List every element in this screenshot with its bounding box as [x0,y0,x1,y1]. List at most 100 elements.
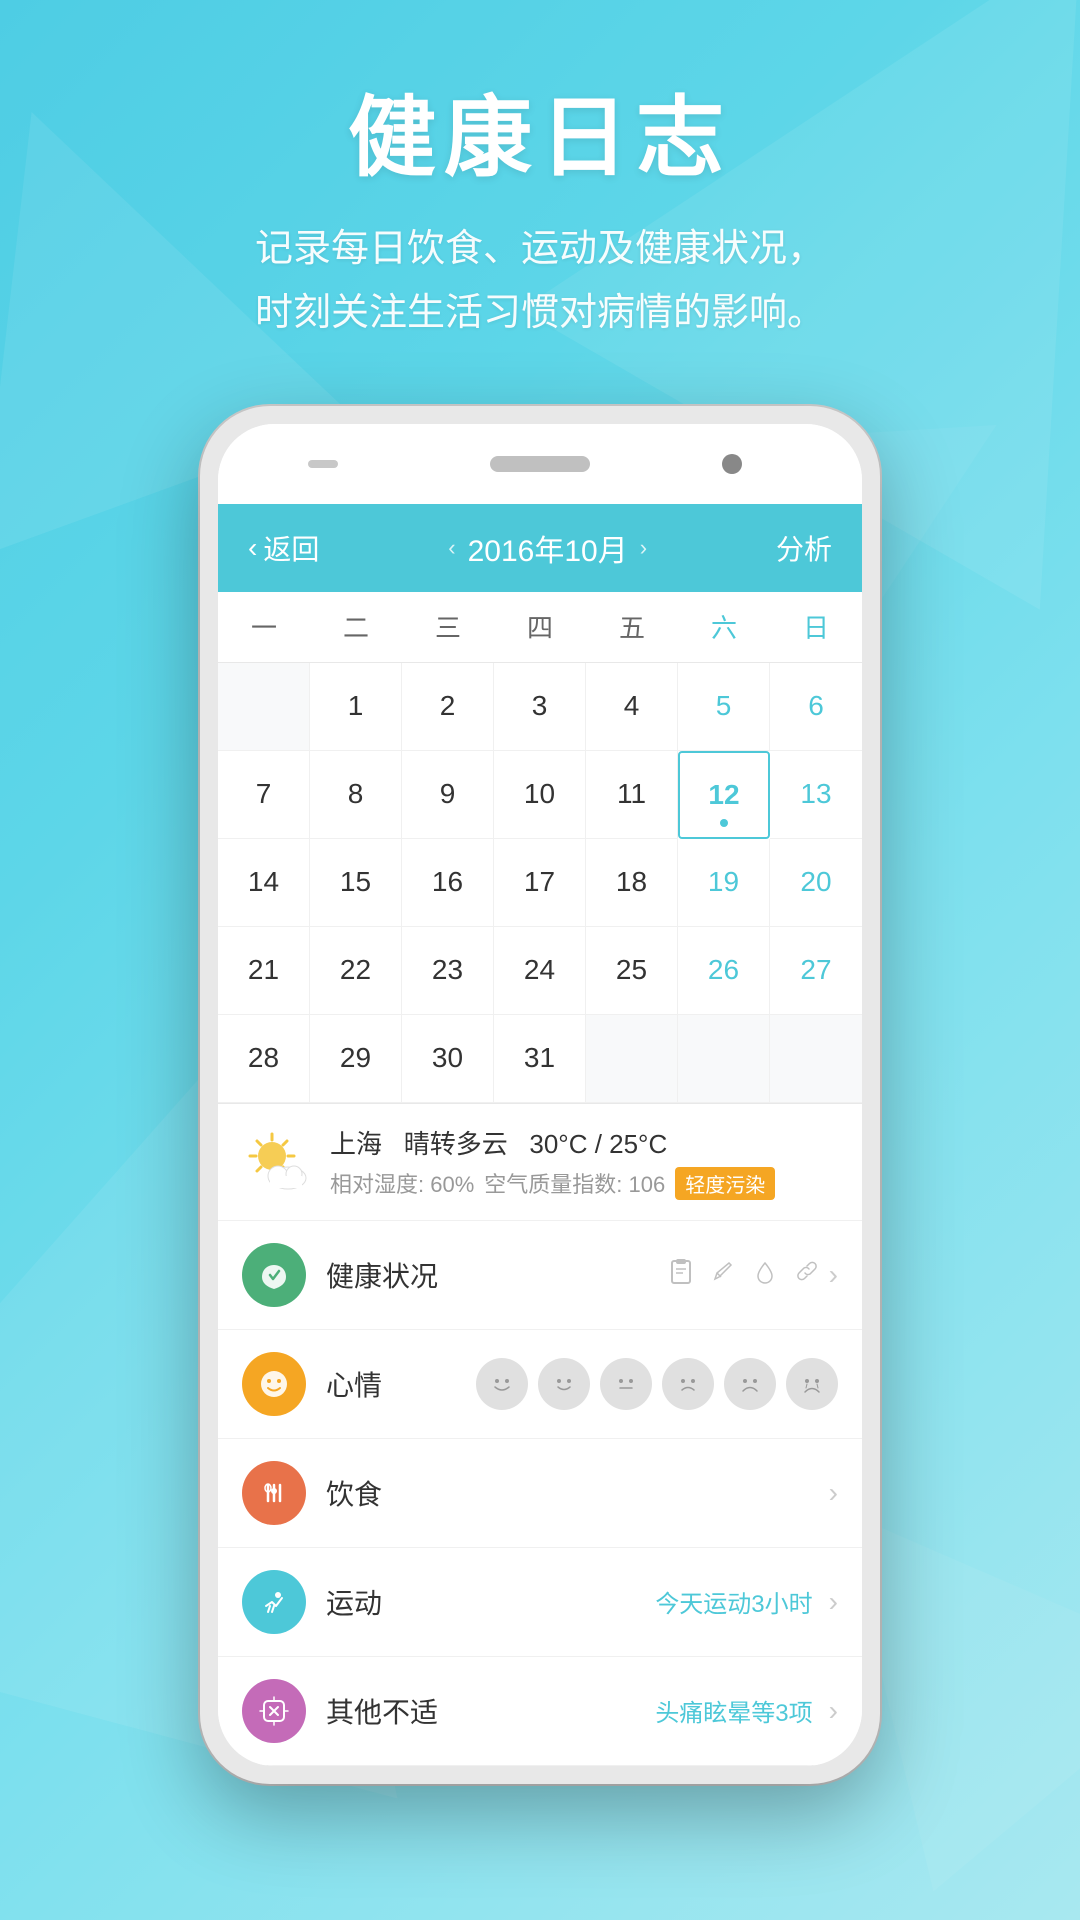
exercise-label: 运动 [326,1582,655,1622]
next-month-button[interactable]: › [640,535,647,561]
phone-camera [722,454,742,474]
phone-outer-shell: ‹ 返回 ‹ 2016年10月 › 分析 一 二 三 四 五 [200,406,880,1784]
calendar-day-27[interactable]: 27 [770,927,862,1015]
calendar-day-18[interactable]: 18 [586,839,678,927]
calendar-day-4[interactable]: 4 [586,663,678,751]
calendar-day-29[interactable]: 29 [310,1015,402,1103]
nav-month-title: ‹ 2016年10月 › [448,526,647,570]
app-screen: ‹ 返回 ‹ 2016年10月 › 分析 一 二 三 四 五 [218,504,862,1766]
weather-detail: 相对湿度: 60% 空气质量指数: 106 轻度污染 [330,1167,838,1200]
mood-very-happy[interactable] [476,1358,528,1410]
calendar-day-3[interactable]: 3 [494,663,586,751]
mood-faces-row [476,1358,838,1410]
health-drop-icon[interactable] [751,1257,779,1293]
calendar-day-31[interactable]: 31 [494,1015,586,1103]
diet-label: 饮食 [326,1473,821,1513]
phone-top-bar [218,424,862,504]
diet-section[interactable]: 饮食 › [218,1439,862,1548]
weekday-sat: 六 [678,592,770,662]
calendar-day-19[interactable]: 19 [678,839,770,927]
calendar-day-dot [720,819,728,827]
pollution-badge: 轻度污染 [675,1167,775,1200]
calendar-day-24[interactable]: 24 [494,927,586,1015]
calendar-day-20[interactable]: 20 [770,839,862,927]
calendar-day-12[interactable]: 12 [678,751,770,839]
mood-icon [242,1352,306,1416]
weather-section: 上海 晴转多云 30°C / 25°C 相对湿度: 60% 空气质量指数: 10… [218,1104,862,1221]
header-area: 健康日志 记录每日饮食、运动及健康状况， 时刻关注生活习惯对病情的影响。 [0,0,1080,386]
discomfort-chevron: › [829,1695,838,1727]
calendar-day-8[interactable]: 8 [310,751,402,839]
diet-chevron: › [829,1477,838,1509]
health-clipboard-icon[interactable] [667,1257,695,1293]
calendar-weekday-header: 一 二 三 四 五 六 日 [218,592,862,663]
calendar-day-14[interactable]: 14 [218,839,310,927]
back-button[interactable]: ‹ 返回 [248,528,319,568]
calendar-day-7[interactable]: 7 [218,751,310,839]
health-action-icons [667,1257,821,1293]
phone-inner-shell: ‹ 返回 ‹ 2016年10月 › 分析 一 二 三 四 五 [218,424,862,1766]
calendar-day-5[interactable]: 5 [678,663,770,751]
health-status-chevron: › [829,1259,838,1291]
calendar-grid: 1 2 3 4 5 6 7 8 9 10 11 12 13 [218,663,862,1104]
mood-sad[interactable] [662,1358,714,1410]
discomfort-label: 其他不适 [326,1691,655,1731]
mood-neutral[interactable] [600,1358,652,1410]
calendar-day-30[interactable]: 30 [402,1015,494,1103]
exercise-section[interactable]: 运动 今天运动3小时 › [218,1548,862,1657]
diet-icon [242,1461,306,1525]
calendar-day-21[interactable]: 21 [218,927,310,1015]
calendar-day-empty-1 [218,663,310,751]
health-link-icon[interactable] [793,1257,821,1293]
calendar-day-17[interactable]: 17 [494,839,586,927]
weekday-wed: 三 [402,592,494,662]
weather-icon [242,1126,314,1198]
calendar-day-28[interactable]: 28 [218,1015,310,1103]
calendar-day-25[interactable]: 25 [586,927,678,1015]
calendar-day-16[interactable]: 16 [402,839,494,927]
calendar-day-22[interactable]: 22 [310,927,402,1015]
mood-label: 心情 [326,1364,476,1404]
subtitle: 记录每日饮食、运动及健康状况， 时刻关注生活习惯对病情的影响。 [0,217,1080,346]
health-status-icon [242,1243,306,1307]
calendar-day-10[interactable]: 10 [494,751,586,839]
calendar-day-15[interactable]: 15 [310,839,402,927]
calendar-day-9[interactable]: 9 [402,751,494,839]
calendar-day-1[interactable]: 1 [310,663,402,751]
health-status-label: 健康状况 [326,1255,667,1295]
mood-section[interactable]: 心情 [218,1330,862,1439]
health-status-section[interactable]: 健康状况 [218,1221,862,1330]
calendar-day-11[interactable]: 11 [586,751,678,839]
calendar-day-empty-3 [678,1015,770,1103]
prev-month-button[interactable]: ‹ [448,535,455,561]
discomfort-hint: 头痛眩晕等3项 [655,1693,812,1728]
analysis-button[interactable]: 分析 [776,528,832,568]
phone-mockup: ‹ 返回 ‹ 2016年10月 › 分析 一 二 三 四 五 [0,406,1080,1784]
exercise-chevron: › [829,1586,838,1618]
phone-speaker [490,456,590,472]
exercise-hint: 今天运动3小时 [655,1584,812,1619]
mood-very-sad[interactable] [724,1358,776,1410]
weekday-fri: 五 [586,592,678,662]
weekday-mon: 一 [218,592,310,662]
discomfort-section[interactable]: 其他不适 头痛眩晕等3项 › [218,1657,862,1766]
discomfort-icon [242,1679,306,1743]
mood-crying[interactable] [786,1358,838,1410]
back-chevron-icon: ‹ [248,532,257,564]
calendar-day-6[interactable]: 6 [770,663,862,751]
health-pencil-icon[interactable] [709,1257,737,1293]
calendar-day-empty-2 [586,1015,678,1103]
page-title: 健康日志 [0,90,1080,187]
calendar-day-empty-4 [770,1015,862,1103]
nav-bar: ‹ 返回 ‹ 2016年10月 › 分析 [218,504,862,592]
calendar-day-2[interactable]: 2 [402,663,494,751]
calendar-day-26[interactable]: 26 [678,927,770,1015]
mood-happy[interactable] [538,1358,590,1410]
exercise-icon [242,1570,306,1634]
phone-sensor [308,460,338,468]
weather-summary: 上海 晴转多云 30°C / 25°C [330,1124,838,1161]
calendar-day-23[interactable]: 23 [402,927,494,1015]
weekday-sun: 日 [770,592,862,662]
calendar-day-13[interactable]: 13 [770,751,862,839]
weather-info: 上海 晴转多云 30°C / 25°C 相对湿度: 60% 空气质量指数: 10… [330,1124,838,1200]
